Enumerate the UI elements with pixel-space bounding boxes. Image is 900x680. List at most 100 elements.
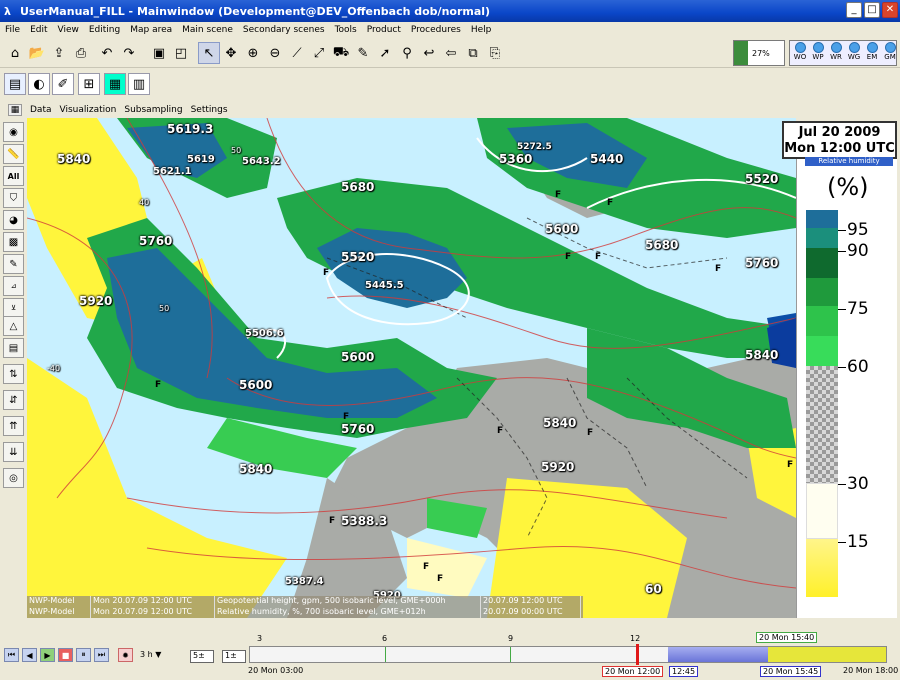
last-frame-icon[interactable]: ⏭ — [94, 648, 109, 662]
menu-procedures[interactable]: Procedures — [406, 25, 466, 35]
settings-gear-icon[interactable]: ✹ — [118, 648, 133, 662]
front-marker: F — [555, 190, 562, 200]
timeline-tick: 12 — [630, 634, 641, 643]
contour-label: 5440 — [590, 152, 624, 166]
timeline-range-start-label: 12:45 — [669, 666, 699, 677]
redo-icon[interactable]: ↷ — [118, 42, 140, 64]
contour-layer-icon[interactable]: ▥ — [128, 73, 150, 95]
first-frame-icon[interactable]: ⏮ — [4, 648, 19, 662]
menu-product[interactable]: Product — [362, 25, 406, 35]
ruler-icon[interactable]: 📏 — [3, 144, 24, 164]
pin-icon[interactable]: ⚲ — [396, 42, 418, 64]
menu-edit[interactable]: Edit — [25, 25, 52, 35]
play-icon[interactable]: ▶ — [40, 648, 55, 662]
fill-layer-icon[interactable]: ▦ — [104, 73, 126, 95]
load-icon[interactable]: ⇪ — [48, 42, 70, 64]
style-icon[interactable]: ◐ — [28, 73, 50, 95]
submenu-data[interactable]: Data — [26, 105, 56, 115]
back-icon[interactable]: ↩ — [418, 42, 440, 64]
map-select-icon[interactable]: ▣ — [148, 42, 170, 64]
chart-icon[interactable]: ▩ — [3, 232, 24, 252]
zoom-out-icon[interactable]: ⊖ — [264, 42, 286, 64]
grid-tool-icon[interactable]: ⊞ — [78, 73, 100, 95]
car-icon[interactable]: ⛟ — [330, 42, 352, 64]
front-marker: F — [715, 264, 722, 274]
menu-map-area[interactable]: Map area — [125, 25, 177, 35]
timeline-tick: 3 — [257, 634, 263, 643]
menu-tools[interactable]: Tools — [330, 25, 362, 35]
copy-icon[interactable]: ⧉ — [462, 42, 484, 64]
menu-editing[interactable]: Editing — [84, 25, 125, 35]
timeline-cursor[interactable] — [636, 644, 639, 665]
step-spinner-2[interactable]: 1± — [222, 650, 246, 663]
layers-bottom-icon[interactable]: ⇊ — [3, 442, 24, 462]
step-back-icon[interactable]: ◀ — [22, 648, 37, 662]
menu-secondary-scenes[interactable]: Secondary scenes — [238, 25, 330, 35]
paste-icon[interactable]: ⎘ — [484, 42, 506, 64]
info-run: 20.07.09 00:00 UTC — [481, 607, 581, 618]
brush-tool-icon[interactable]: ✎ — [3, 254, 24, 274]
contour-label: 5920 — [79, 294, 113, 308]
target-icon[interactable]: ◎ — [3, 468, 24, 488]
left-arrow-icon[interactable]: ⇦ — [440, 42, 462, 64]
menu-main-scene[interactable]: Main scene — [177, 25, 238, 35]
contour-label: 5760 — [139, 234, 173, 248]
pan-icon[interactable]: ✥ — [220, 42, 242, 64]
undo-icon[interactable]: ↶ — [96, 42, 118, 64]
layers-down-icon[interactable]: ⇵ — [3, 390, 24, 410]
open-icon[interactable]: 📂 — [26, 42, 48, 64]
contour-label: 5445.5 — [365, 280, 404, 291]
zoom-in-icon[interactable]: ⊕ — [242, 42, 264, 64]
legend-swatch — [806, 366, 838, 483]
menu-help[interactable]: Help — [466, 25, 497, 35]
measure-icon[interactable]: ⟋ — [286, 42, 308, 64]
info-time: Mon 20.07.09 12:00 UTC — [91, 607, 215, 618]
weather-map[interactable]: 5619.3 5840 5619 5643.2 5621.1 5360 5272… — [27, 118, 796, 618]
brush-icon[interactable]: ✐ — [52, 73, 74, 95]
contour-label: 5760 — [341, 422, 375, 436]
contour-label: 5680 — [341, 180, 375, 194]
pointer-icon[interactable]: ↖ — [198, 42, 220, 64]
status-light-icon — [812, 42, 824, 53]
menu-view[interactable]: View — [53, 25, 84, 35]
shield-icon[interactable]: ⛉ — [3, 188, 24, 208]
station-icon[interactable]: ⊿ — [3, 276, 24, 296]
globe-icon[interactable]: ◕ — [3, 210, 24, 230]
pause-icon[interactable]: ⏸ — [76, 648, 91, 662]
contour-label: 5388.3 — [341, 514, 388, 528]
layer-submenu: ▦ Data Visualization Subsampling Setting… — [0, 102, 900, 118]
interval-select[interactable]: 3 h ▼ — [138, 650, 182, 663]
map-layers-icon[interactable]: ◰ — [170, 42, 192, 64]
camera-icon[interactable]: ◉ — [3, 122, 24, 142]
submenu-visualization[interactable]: Visualization — [56, 105, 121, 115]
contour-label: 5840 — [543, 416, 577, 430]
status-light-icon — [866, 42, 878, 53]
diagram-icon[interactable]: ▤ — [3, 338, 24, 358]
front-marker: F — [787, 460, 794, 470]
cursor-icon[interactable]: ➚ — [374, 42, 396, 64]
layer-icon[interactable]: ▤ — [4, 73, 26, 95]
left-toolbox: ◉ 📏 All ⛉ ◕ ▩ ✎ ⊿ ⊻ △ ▤ ⇅ ⇵ ⇈ ⇊ ◎ — [0, 118, 27, 618]
pencil-icon[interactable]: ✎ — [352, 42, 374, 64]
triangle-icon[interactable]: △ — [3, 316, 24, 336]
all-icon[interactable]: All — [3, 166, 24, 186]
layers-top-icon[interactable]: ⇈ — [3, 416, 24, 436]
timeline-track[interactable] — [249, 644, 887, 665]
stop-icon[interactable]: ■ — [58, 648, 73, 662]
menu-file[interactable]: File — [0, 25, 25, 35]
front-marker: F — [423, 562, 430, 572]
submenu-settings[interactable]: Settings — [187, 105, 232, 115]
close-button[interactable]: ✕ — [882, 2, 898, 18]
step-spinner-1[interactable]: 5± — [190, 650, 214, 663]
max-min-icon[interactable]: ⊻ — [3, 298, 24, 318]
minimize-button[interactable]: _ — [846, 2, 862, 18]
layers-up-icon[interactable]: ⇅ — [3, 364, 24, 384]
maximize-button[interactable]: □ — [864, 2, 880, 18]
home-icon[interactable]: ⌂ — [4, 42, 26, 64]
contour-label: 5619 — [187, 154, 215, 165]
submenu-subsampling[interactable]: Subsampling — [120, 105, 186, 115]
contour-label: 5387.4 — [285, 576, 324, 587]
print-icon[interactable]: ⎙ — [70, 42, 92, 64]
reset-view-icon[interactable]: ⤢ — [308, 42, 330, 64]
front-marker: F — [329, 516, 336, 526]
